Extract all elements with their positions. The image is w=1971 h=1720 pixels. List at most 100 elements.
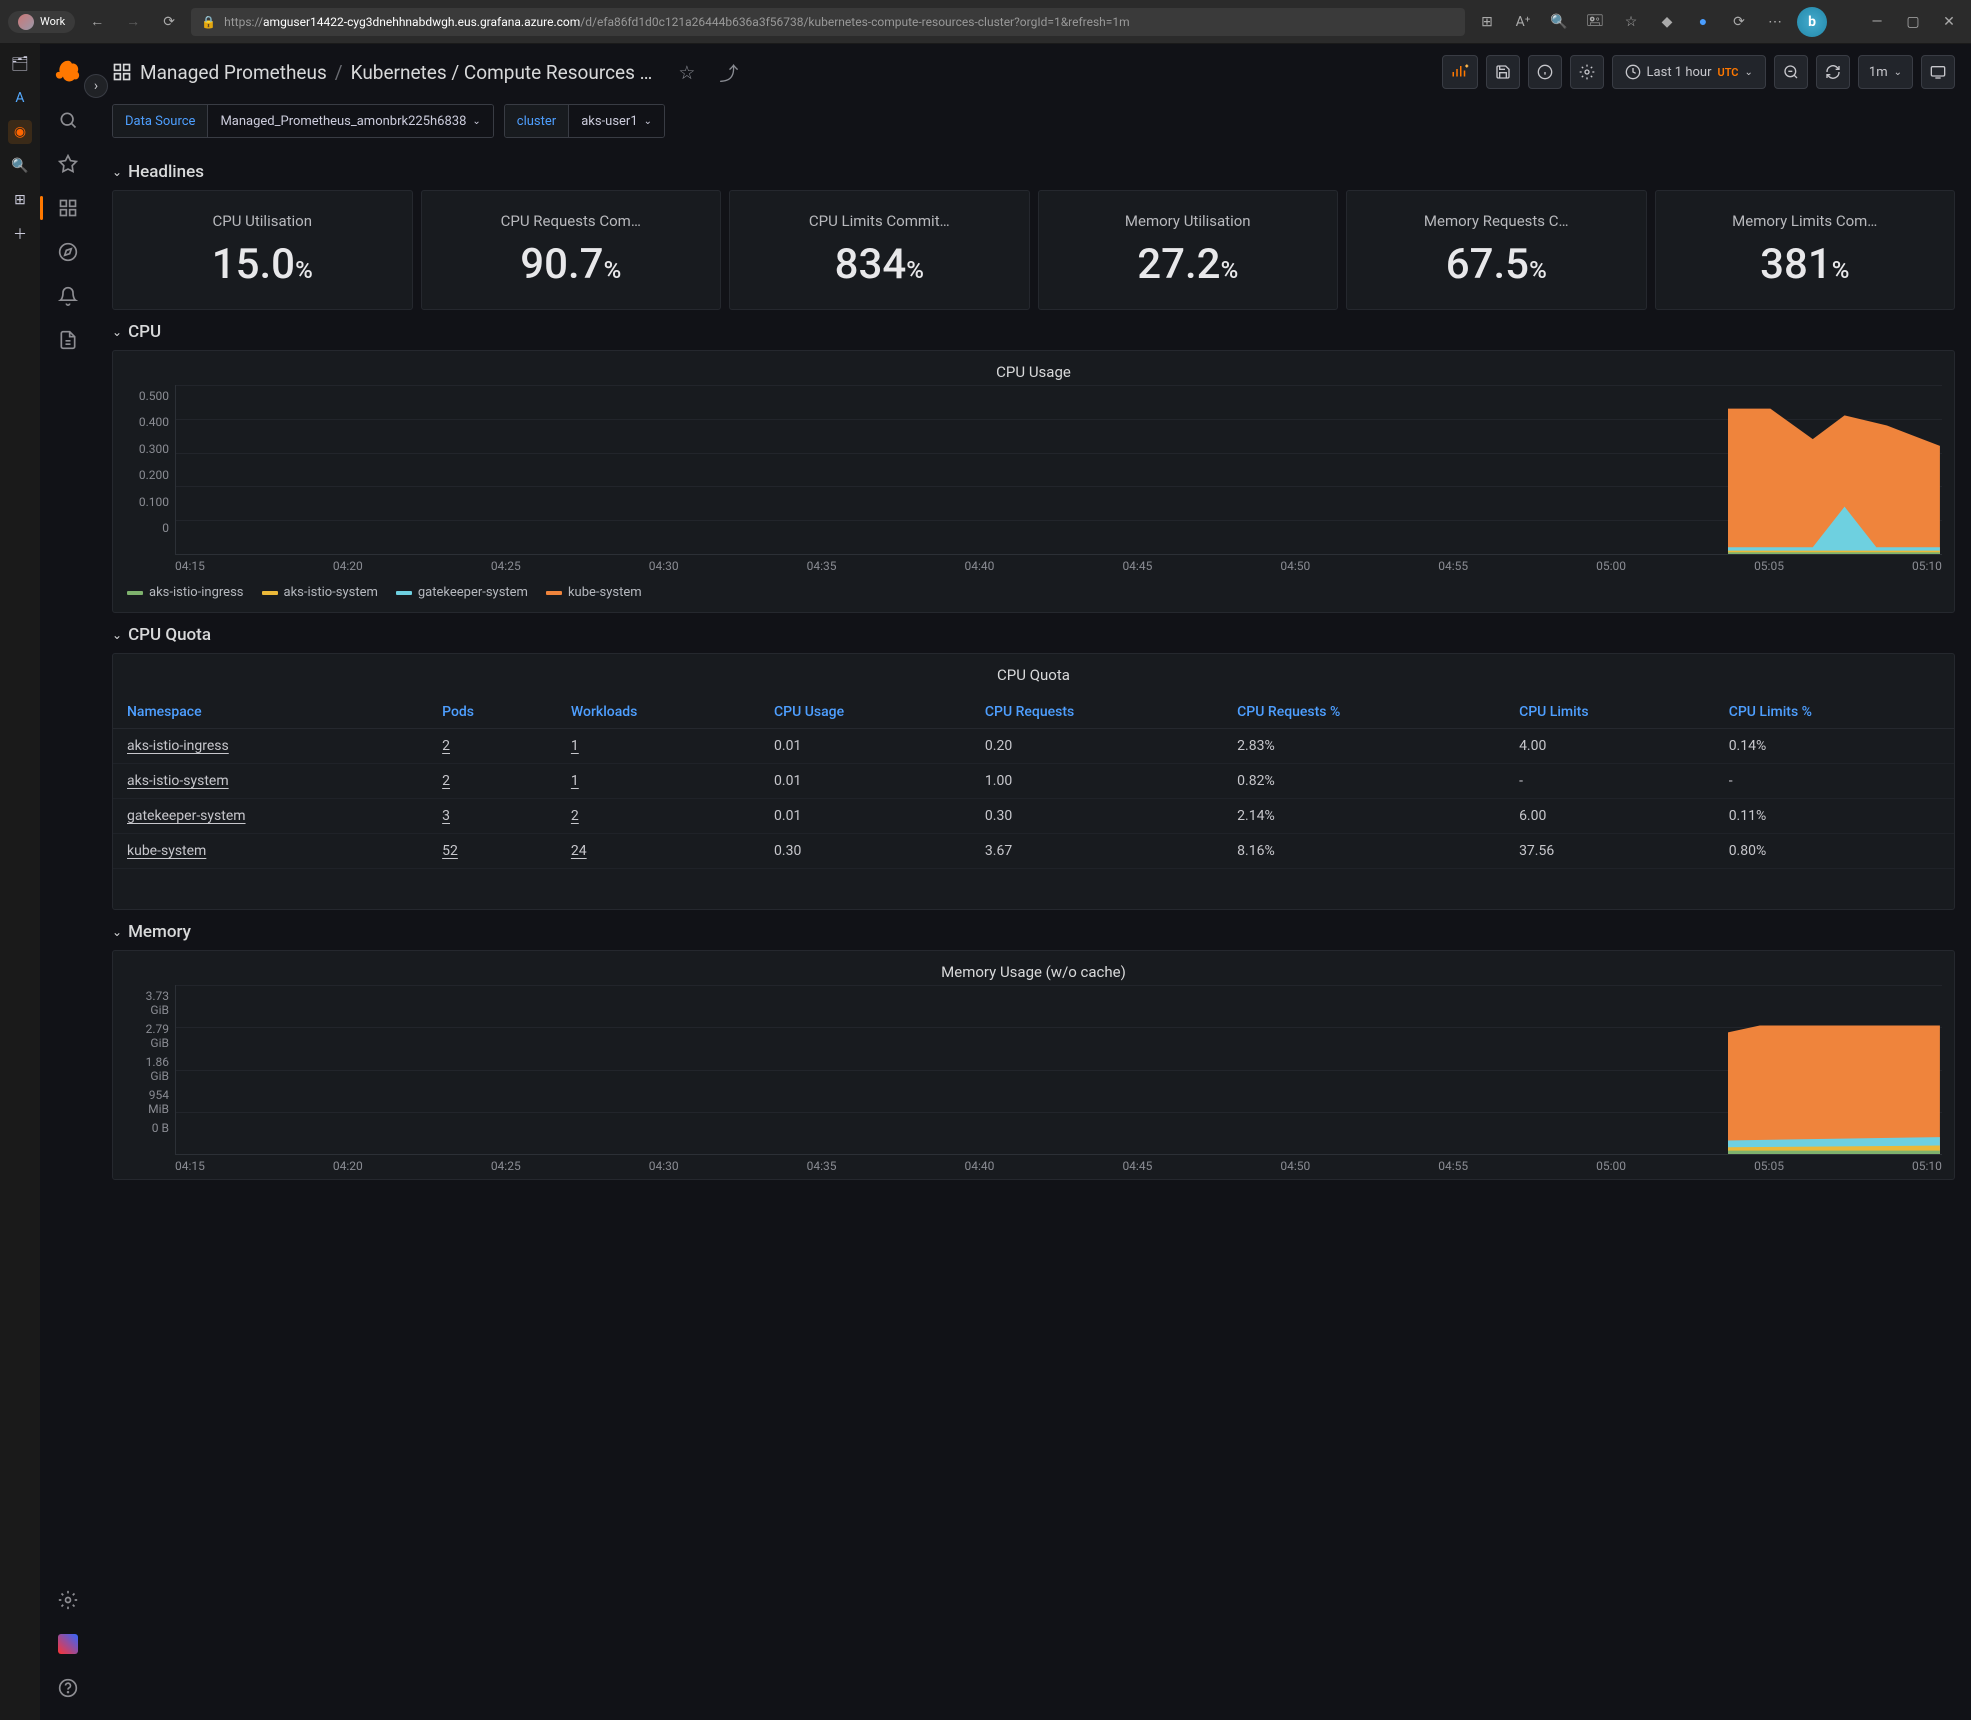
tab-item-4[interactable]: ⊞: [8, 188, 32, 212]
favorites-icon[interactable]: ☆: [1617, 8, 1645, 36]
refresh-interval-picker[interactable]: 1m ⌄: [1858, 55, 1913, 89]
app-icon[interactable]: ⊞: [1473, 8, 1501, 36]
table-header[interactable]: CPU Requests %: [1223, 696, 1505, 729]
share-icon[interactable]: ⤴: [719, 59, 738, 86]
table-header[interactable]: CPU Limits %: [1715, 696, 1954, 729]
save-button[interactable]: [1486, 55, 1520, 89]
workloads-link[interactable]: 24: [557, 834, 760, 869]
tab-item-1[interactable]: A: [8, 86, 32, 110]
legend-item[interactable]: gatekeeper-system: [396, 585, 528, 600]
axis-tick: 04:40: [965, 559, 995, 573]
explore-icon[interactable]: [48, 232, 88, 272]
grafana-logo[interactable]: [52, 56, 84, 88]
ext2-icon[interactable]: ●: [1689, 8, 1717, 36]
ns-link[interactable]: gatekeeper-system: [113, 799, 428, 834]
add-panel-button[interactable]: [1442, 55, 1478, 89]
dashboard-settings-button[interactable]: [1570, 55, 1604, 89]
workloads-link[interactable]: 1: [557, 729, 760, 764]
ns-link[interactable]: aks-istio-ingress: [113, 729, 428, 764]
table-header[interactable]: CPU Requests: [971, 696, 1223, 729]
stat-panel[interactable]: CPU Requests Com…90.7%: [421, 190, 722, 310]
dashboards-icon[interactable]: [48, 188, 88, 228]
table-header[interactable]: CPU Limits: [1505, 696, 1715, 729]
pods-link[interactable]: 2: [428, 729, 557, 764]
stat-panel[interactable]: CPU Limits Commit…834%: [729, 190, 1030, 310]
stat-value: 15.0%: [123, 240, 402, 289]
legend-item[interactable]: aks-istio-system: [262, 585, 378, 600]
cell: 0.30: [760, 834, 971, 869]
legend-item[interactable]: kube-system: [546, 585, 642, 600]
var-cluster[interactable]: cluster aks-user1⌄: [504, 104, 665, 138]
url-path: /d/efa86fd1d0c121a26444b636a3f56738/kube…: [580, 15, 1129, 29]
stat-panel[interactable]: Memory Limits Com…381%: [1655, 190, 1956, 310]
sidebar-expand-toggle[interactable]: ›: [84, 74, 108, 98]
help-icon[interactable]: [48, 1668, 88, 1708]
tabs-toggle[interactable]: 🗂: [8, 52, 32, 76]
star-icon[interactable]: [48, 144, 88, 184]
chart-plot[interactable]: [175, 985, 1942, 1155]
forward-button[interactable]: →: [119, 8, 147, 36]
new-tab[interactable]: ＋: [8, 222, 32, 246]
legend-item[interactable]: aks-istio-ingress: [127, 585, 244, 600]
table-header[interactable]: Workloads: [557, 696, 760, 729]
axis-tick: 04:40: [965, 1159, 995, 1173]
ns-link[interactable]: aks-istio-system: [113, 764, 428, 799]
ext-refresh-icon[interactable]: ⟳: [1725, 8, 1753, 36]
cell: 0.11%: [1715, 799, 1954, 834]
translate-icon[interactable]: 🖭: [1581, 8, 1609, 36]
back-button[interactable]: ←: [83, 8, 111, 36]
read-aloud-icon[interactable]: A⁺: [1509, 8, 1537, 36]
chart-title: Memory Usage (w/o cache): [113, 951, 1954, 985]
row-memory-label: Memory: [128, 922, 191, 942]
stat-panel[interactable]: Memory Requests C…67.5%: [1346, 190, 1647, 310]
copilot-button[interactable]: b: [1797, 7, 1827, 37]
breadcrumb-root[interactable]: Managed Prometheus: [140, 61, 327, 84]
admin-icon[interactable]: [48, 1624, 88, 1664]
row-headlines[interactable]: ⌄Headlines: [112, 150, 1955, 190]
table-header[interactable]: Namespace: [113, 696, 428, 729]
var-datasource[interactable]: Data Source Managed_Prometheus_amonbrk22…: [112, 104, 494, 138]
info-button[interactable]: [1528, 55, 1562, 89]
max-button[interactable]: ▢: [1899, 8, 1927, 36]
refresh-button[interactable]: ⟳: [155, 8, 183, 36]
tab-item-3[interactable]: 🔍: [8, 154, 32, 178]
zoom-icon[interactable]: 🔍: [1545, 8, 1573, 36]
star-dashboard-icon[interactable]: ☆: [678, 61, 695, 84]
view-mode-button[interactable]: [1921, 55, 1955, 89]
settings-icon[interactable]: [48, 1580, 88, 1620]
min-button[interactable]: —: [1863, 8, 1891, 36]
workloads-link[interactable]: 1: [557, 764, 760, 799]
tab-item-grafana[interactable]: ◉: [8, 120, 32, 144]
row-cpu-quota[interactable]: ⌄CPU Quota: [112, 613, 1955, 653]
address-bar[interactable]: 🔒 https://amguser14422-cyg3dnehhnabdwgh.…: [191, 8, 1465, 36]
dashboard-scroll[interactable]: ⌄Headlines CPU Utilisation15.0%CPU Reque…: [96, 150, 1971, 1720]
reports-icon[interactable]: [48, 320, 88, 360]
alerting-icon[interactable]: [48, 276, 88, 316]
table-header[interactable]: Pods: [428, 696, 557, 729]
refresh-dashboard-button[interactable]: [1816, 55, 1850, 89]
chart-plot[interactable]: [175, 385, 1942, 555]
zoom-out-button[interactable]: [1774, 55, 1808, 89]
workloads-link[interactable]: 2: [557, 799, 760, 834]
row-cpu[interactable]: ⌄CPU: [112, 310, 1955, 350]
panel-memory-usage[interactable]: Memory Usage (w/o cache) 3.73 GiB2.79 Gi…: [112, 950, 1955, 1180]
axis-tick: 3.73 GiB: [125, 989, 169, 1017]
ext1-icon[interactable]: ◆: [1653, 8, 1681, 36]
pods-link[interactable]: 52: [428, 834, 557, 869]
pods-link[interactable]: 2: [428, 764, 557, 799]
time-range-picker[interactable]: Last 1 hour UTC ⌄: [1612, 55, 1766, 89]
legend-label: kube-system: [568, 585, 642, 600]
search-icon[interactable]: [48, 100, 88, 140]
table-header[interactable]: CPU Usage: [760, 696, 971, 729]
pods-link[interactable]: 3: [428, 799, 557, 834]
refresh-interval-label: 1m: [1869, 65, 1888, 80]
row-memory[interactable]: ⌄Memory: [112, 910, 1955, 950]
ns-link[interactable]: kube-system: [113, 834, 428, 869]
more-icon[interactable]: ⋯: [1761, 8, 1789, 36]
close-button[interactable]: ✕: [1935, 8, 1963, 36]
stat-panel[interactable]: Memory Utilisation27.2%: [1038, 190, 1339, 310]
panel-cpu-quota[interactable]: CPU Quota NamespacePodsWorkloadsCPU Usag…: [112, 653, 1955, 910]
profile-pill[interactable]: Work: [8, 11, 75, 33]
panel-cpu-usage[interactable]: CPU Usage 0.5000.4000.3000.2000.1000: [112, 350, 1955, 613]
stat-panel[interactable]: CPU Utilisation15.0%: [112, 190, 413, 310]
